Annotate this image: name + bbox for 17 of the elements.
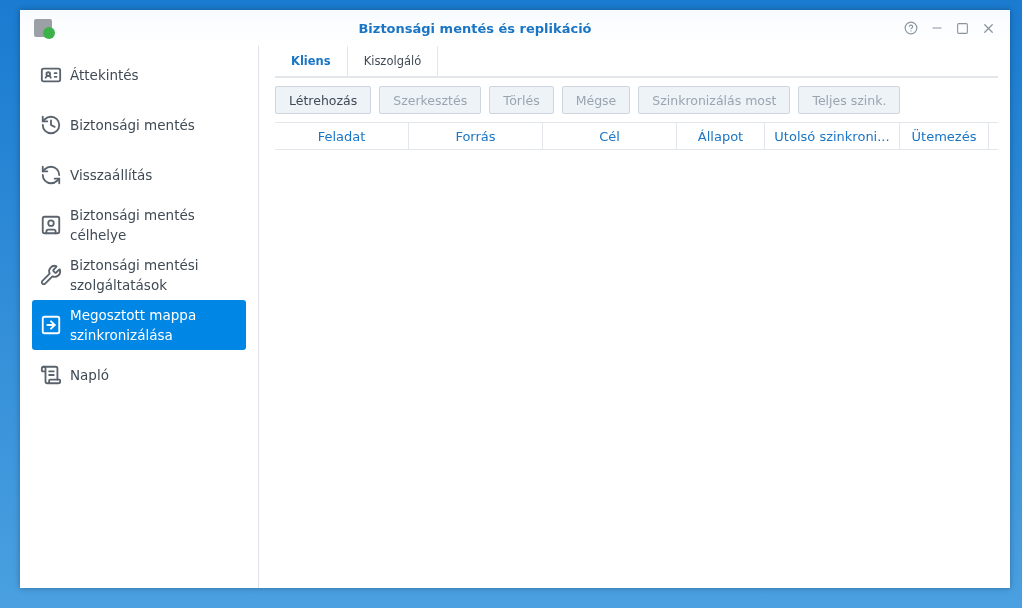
sidebar-item[interactable]: Áttekintés [32,50,246,100]
sidebar-item[interactable]: Biztonsági mentés [32,100,246,150]
sidebar-item[interactable]: Napló [32,350,246,400]
column-header[interactable]: Forrás [409,123,543,149]
window-title: Biztonsági mentés és replikáció [357,20,593,36]
column-header[interactable]: Ütemezés [900,123,989,149]
toolbar-button[interactable]: Létrehozás [275,86,372,114]
column-header[interactable]: Utolsó szinkroni... [765,123,900,149]
sidebar-item[interactable]: Megosztott mappa szinkronizálása [32,300,246,350]
column-header[interactable]: Feladat [275,123,409,149]
tab[interactable]: Kliens [275,46,348,76]
sidebar-item[interactable]: Visszaállítás [32,150,246,200]
column-header[interactable]: Állapot [677,123,765,149]
sidebar-item[interactable]: Biztonsági mentés célhelye [32,200,246,250]
sidebar-item[interactable]: Biztonsági mentési szolgáltatások [32,250,246,300]
column-header[interactable]: Cél [543,123,677,149]
tab[interactable]: Kiszolgáló [347,46,439,76]
